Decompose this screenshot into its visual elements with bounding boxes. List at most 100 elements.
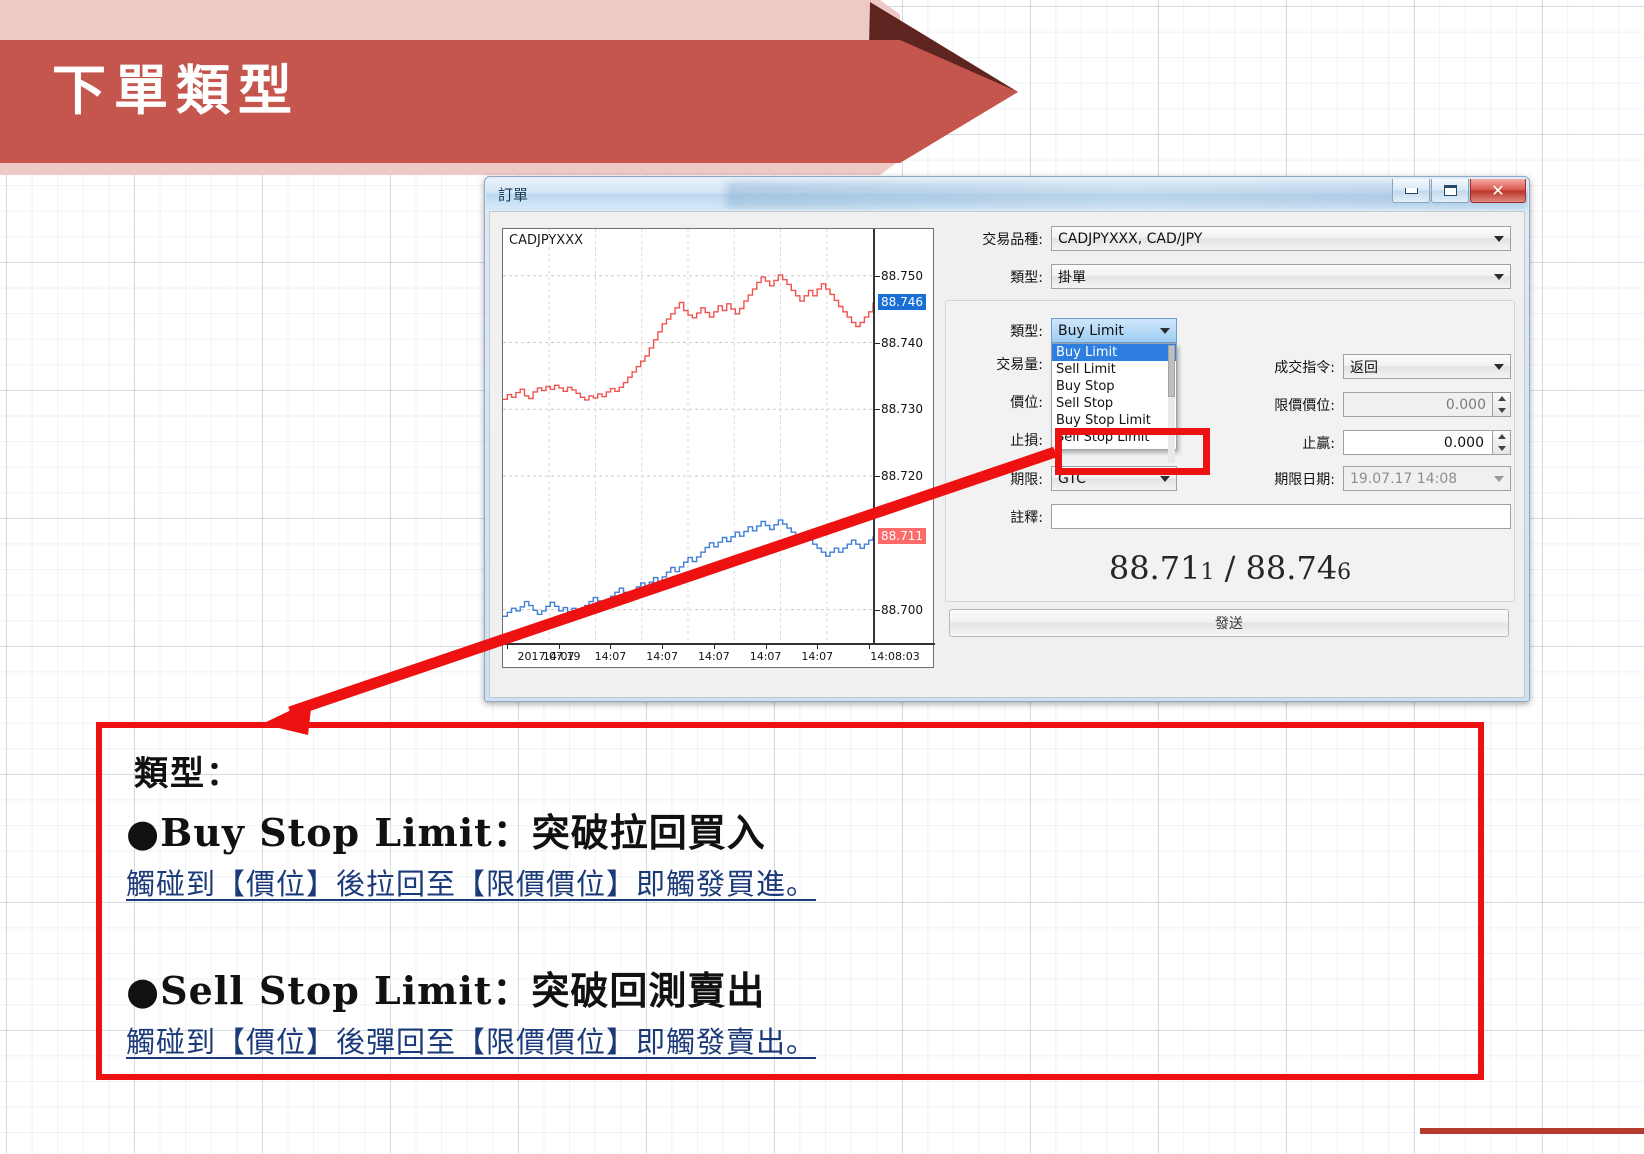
y-tick-label: 88.720 <box>881 469 923 484</box>
row-pending-type: 類型: Buy Limit Buy Limit Sell Limit Buy Sto… <box>945 318 1177 463</box>
close-icon: ✕ <box>1491 180 1505 200</box>
window-buttons: ✕ <box>1391 179 1526 204</box>
y-tick-mark <box>875 275 880 277</box>
x-tick-label: 14:07 <box>646 650 678 663</box>
order-dialog-window: 訂單 ✕ CADJPYXXX 88.750 88.740 88.730 88.7… <box>484 176 1530 702</box>
takeprofit-stepper[interactable] <box>1493 430 1511 455</box>
x-tick-mark <box>507 645 508 649</box>
highlight-box-stop-limit <box>1055 428 1210 475</box>
x-tick-mark <box>610 645 612 649</box>
pending-type-value: Buy Limit <box>1058 322 1124 339</box>
scrollbar-thumb[interactable] <box>1168 345 1175 397</box>
callout-box: 類型： ●Buy Stop Limit：突破拉回買入 觸碰到【價位】後拉回至【限… <box>96 722 1484 1080</box>
chevron-down-icon <box>1160 475 1170 482</box>
stepper-down-icon <box>1497 445 1506 451</box>
quote-ask: 88.74 <box>1245 549 1338 587</box>
takeprofit-input[interactable]: 0.000 <box>1343 430 1493 455</box>
row-expiry-date: 期限日期: 19.07.17 14:08 <box>1235 466 1511 491</box>
symbol-select[interactable]: CADJPYXXX, CAD/JPY <box>1051 226 1511 251</box>
stepper-down-icon <box>1497 407 1506 413</box>
minimize-button[interactable] <box>1392 179 1430 203</box>
expiry-date-value: 19.07.17 14:08 <box>1350 470 1458 487</box>
quote-ask-sub: 6 <box>1337 560 1352 585</box>
comment-input[interactable] <box>1051 504 1511 529</box>
price-label: 價位: <box>1010 395 1043 411</box>
window-title: 訂單 <box>498 186 529 204</box>
limit-price-value: 0.000 <box>1445 396 1486 413</box>
quote-separator: / <box>1224 549 1236 587</box>
stepper-up-icon <box>1497 434 1506 440</box>
dropdown-item-buy-stop-limit[interactable]: Buy Stop Limit <box>1052 412 1176 429</box>
price-chart[interactable]: CADJPYXXX 88.750 88.740 88.730 88.720 88.700… <box>502 228 935 668</box>
x-tick-mark <box>869 645 870 649</box>
quote-bid-sub: 1 <box>1200 560 1215 585</box>
y-tick-label: 88.750 <box>881 268 923 283</box>
y-tick-mark <box>875 476 880 478</box>
order-type-value: 掛單 <box>1058 269 1086 286</box>
order-type-label: 類型: <box>1010 269 1043 286</box>
x-tick-mark <box>817 645 819 649</box>
x-tick-label: 14:07 <box>542 650 575 663</box>
window-titlebar[interactable]: 訂單 ✕ <box>486 178 1528 210</box>
limit-price-stepper[interactable] <box>1493 392 1511 417</box>
stoploss-label: 止損: <box>1010 433 1043 449</box>
maximize-icon <box>1443 185 1457 196</box>
callout-item1-title: ●Buy Stop Limit：突破拉回買入 <box>126 810 766 855</box>
dropdown-item-buy-stop[interactable]: Buy Stop <box>1052 378 1176 395</box>
x-tick-label: 14:08:03 <box>870 650 920 663</box>
chart-y-axis: 88.750 88.740 88.730 88.720 88.700 88.746 88.7… <box>873 229 935 643</box>
limit-price-input[interactable]: 0.000 <box>1343 392 1493 417</box>
row-takeprofit: 止贏: 0.000 <box>1235 430 1511 455</box>
fill-policy-label: 成交指令: <box>1274 359 1335 376</box>
expiry-date-label: 期限日期: <box>1274 471 1335 488</box>
symbol-label: 交易品種: <box>982 231 1043 248</box>
row-comment: 註釋: <box>945 504 1511 529</box>
dropdown-item-buy-limit[interactable]: Buy Limit <box>1052 344 1176 361</box>
send-button[interactable]: 發送 <box>949 609 1509 637</box>
row-limit-price: 限價價位: 0.000 <box>1235 392 1511 417</box>
order-type-select[interactable]: 掛單 <box>1051 264 1511 289</box>
chevron-down-icon <box>1494 273 1504 280</box>
row-symbol: 交易品種: CADJPYXXX, CAD/JPY <box>945 226 1511 251</box>
comment-label: 註釋: <box>1010 509 1043 526</box>
limit-price-label: 限價價位: <box>1274 397 1335 414</box>
callout-item1-desc: 觸碰到【價位】後拉回至【限價價位】即觸發買進。 <box>126 867 817 901</box>
chart-svg <box>503 229 873 643</box>
takeprofit-label: 止贏: <box>1302 435 1335 452</box>
dropdown-item-sell-limit[interactable]: Sell Limit <box>1052 361 1176 378</box>
dropdown-item-sell-stop[interactable]: Sell Stop <box>1052 395 1176 412</box>
pending-type-select[interactable]: Buy Limit <box>1051 318 1177 343</box>
x-tick-label: 14:07 <box>749 650 782 663</box>
row-order-type: 類型: 掛單 <box>945 264 1511 289</box>
bottom-accent-rule <box>1420 1128 1644 1134</box>
row-stoploss: 止損: <box>945 430 1043 450</box>
price-quote: 88.711 / 88.746 <box>945 549 1515 587</box>
row-fill-policy: 成交指令: 返回 <box>1235 354 1511 379</box>
close-button[interactable]: ✕ <box>1470 179 1526 203</box>
chevron-down-icon <box>1160 327 1170 334</box>
x-tick-label: 14:07 <box>594 650 627 663</box>
chart-plot-area <box>503 229 873 643</box>
chart-x-axis: 2017.07.19 14:07 14:07 14:07 14:07 14:07 14:07… <box>503 643 935 668</box>
callout-item2-desc: 觸碰到【價位】後彈回至【限價價位】即觸發賣出。 <box>126 1025 817 1059</box>
x-tick-label: 14:07 <box>801 650 834 663</box>
expiry-label: 期限: <box>1010 471 1043 488</box>
pending-type-select-wrap: Buy Limit Buy Limit Sell Limit Buy Stop Sel… <box>1051 318 1177 463</box>
x-tick-label: 14:07 <box>697 650 730 663</box>
price-label-bid: 88.711 <box>878 528 926 545</box>
x-tick-mark <box>765 645 767 649</box>
quote-bid: 88.71 <box>1108 549 1201 587</box>
pending-type-label: 類型: <box>1010 323 1043 340</box>
fill-policy-select[interactable]: 返回 <box>1343 354 1511 379</box>
expiry-date-input[interactable]: 19.07.17 14:08 <box>1343 466 1511 491</box>
chevron-down-icon <box>1494 363 1504 370</box>
y-tick-mark <box>875 342 880 344</box>
symbol-value: CADJPYXXX, CAD/JPY <box>1058 230 1203 247</box>
minimize-icon <box>1404 187 1418 194</box>
row-price: 價位: <box>945 392 1043 412</box>
x-tick-mark <box>713 645 715 649</box>
chevron-down-icon <box>1494 235 1504 242</box>
callout-item2-title: ●Sell Stop Limit：突破回測賣出 <box>126 968 766 1013</box>
maximize-button[interactable] <box>1431 179 1469 203</box>
chevron-down-icon <box>1494 475 1504 482</box>
